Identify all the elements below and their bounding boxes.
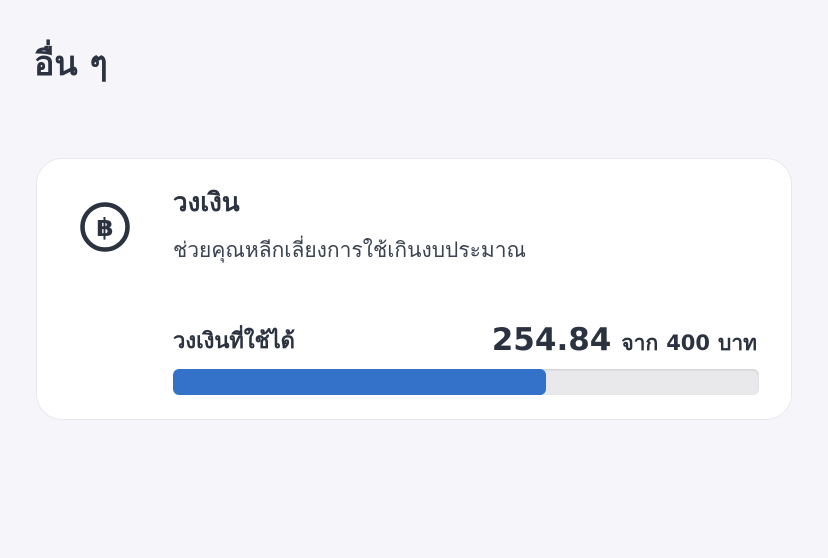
currency-unit: บาท [718,331,757,355]
limit-amount: 400 [666,331,711,355]
of-label: จาก [621,331,659,355]
section-title: อื่น ๆ [34,44,108,84]
baht-icon: ฿ [79,201,131,253]
page: อื่น ๆ ฿ วงเงิน ช่วยคุณหลีกเลี่ยงการใช้เ… [0,0,828,558]
available-amount: 254.84 [491,322,612,358]
card-description: ช่วยคุณหลีกเลี่ยงการใช้เกินงบประมาณ [173,238,527,262]
amount-summary: 254.84 จาก 400 บาท [492,321,757,362]
credit-limit-card[interactable]: ฿ วงเงิน ช่วยคุณหลีกเลี่ยงการใช้เกินงบปร… [36,158,792,420]
limit-progress-bar [173,369,759,395]
svg-text:฿: ฿ [96,213,113,242]
card-title: วงเงิน [173,188,240,218]
limit-progress-fill [173,369,547,395]
available-limit-label: วงเงินที่ใช้ได้ [173,329,295,354]
